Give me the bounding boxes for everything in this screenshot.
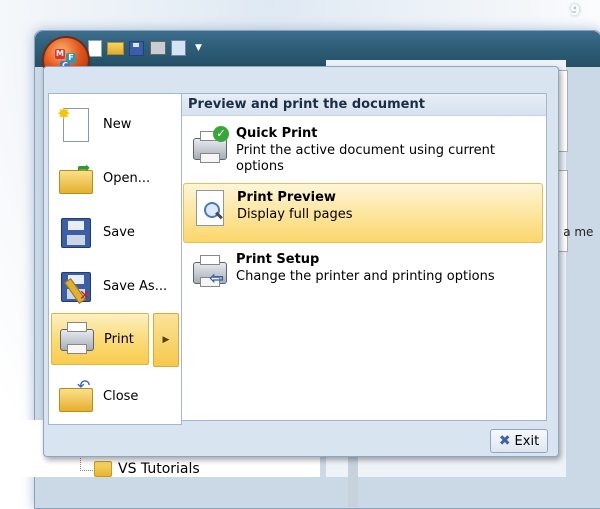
option-title: Print Setup xyxy=(236,252,320,267)
menu-item-new[interactable]: ✸ New xyxy=(51,99,177,149)
open-icon[interactable] xyxy=(107,40,124,57)
print-preview-icon xyxy=(192,190,230,228)
folder-icon xyxy=(94,461,112,477)
menu-item-label: Open... xyxy=(103,170,151,186)
scrollbar[interactable] xyxy=(348,455,358,507)
printer-icon xyxy=(58,321,94,357)
print-setup-icon: ⇦ xyxy=(191,252,229,290)
save-icon[interactable] xyxy=(128,40,145,57)
application-menu: ✸ New ➦ Open... Save ✕ Save As... Print … xyxy=(43,66,559,457)
save-as-icon: ✕ xyxy=(57,268,93,304)
option-description: Change the printer and printing options xyxy=(236,269,495,284)
exit-icon: ✖ xyxy=(498,433,511,449)
menu-item-label: Close xyxy=(103,388,139,404)
option-print-setup[interactable]: ⇦ Print Setup Change the printer and pri… xyxy=(183,246,543,306)
print-icon[interactable] xyxy=(149,40,166,57)
menu-commands: ✸ New ➦ Open... Save ✕ Save As... Print … xyxy=(48,93,182,425)
new-icon[interactable] xyxy=(86,39,103,57)
option-title: Print Preview xyxy=(237,190,336,205)
menu-item-label: Save As... xyxy=(103,278,168,294)
menu-item-save-as[interactable]: ✕ Save As... xyxy=(51,261,177,311)
tree-item-label: VS Tutorials xyxy=(118,461,200,477)
menu-item-open[interactable]: ➦ Open... xyxy=(51,153,177,203)
quick-print-icon: ✓ xyxy=(191,126,229,164)
customize-dropdown-icon[interactable]: ▼ xyxy=(195,43,202,53)
floppy-disk-icon xyxy=(57,214,93,250)
option-print-preview[interactable]: Print Preview Display full pages xyxy=(183,183,543,243)
close-folder-icon: ↶ xyxy=(57,378,93,414)
menu-item-label: Save xyxy=(103,224,135,240)
option-title: Quick Print xyxy=(236,126,318,141)
submenu-header: Preview and print the document xyxy=(182,94,546,116)
option-description: Display full pages xyxy=(237,207,353,222)
menu-item-label: New xyxy=(103,116,132,132)
menu-item-save[interactable]: Save xyxy=(51,207,177,257)
menu-item-label: Print xyxy=(104,331,134,347)
exit-button[interactable]: ✖ Exit xyxy=(490,429,548,453)
option-description: Print the active document using current … xyxy=(236,143,496,174)
submenu-arrow-icon[interactable]: ▶ xyxy=(153,313,179,367)
print-submenu: Preview and print the document ✓ Quick P… xyxy=(181,93,547,421)
corner-number: 9 xyxy=(570,3,580,19)
tree-item[interactable]: VS Tutorials xyxy=(78,461,200,477)
exit-label: Exit xyxy=(514,433,540,449)
menu-item-print[interactable]: Print xyxy=(51,313,149,365)
quick-access-toolbar: ▼ xyxy=(86,38,202,58)
menu-item-close[interactable]: ↶ Close xyxy=(51,371,177,421)
new-document-icon: ✸ xyxy=(57,106,93,142)
copy-icon[interactable] xyxy=(170,40,187,57)
open-folder-icon: ➦ xyxy=(57,160,93,196)
option-quick-print[interactable]: ✓ Quick Print Print the active document … xyxy=(183,120,543,180)
